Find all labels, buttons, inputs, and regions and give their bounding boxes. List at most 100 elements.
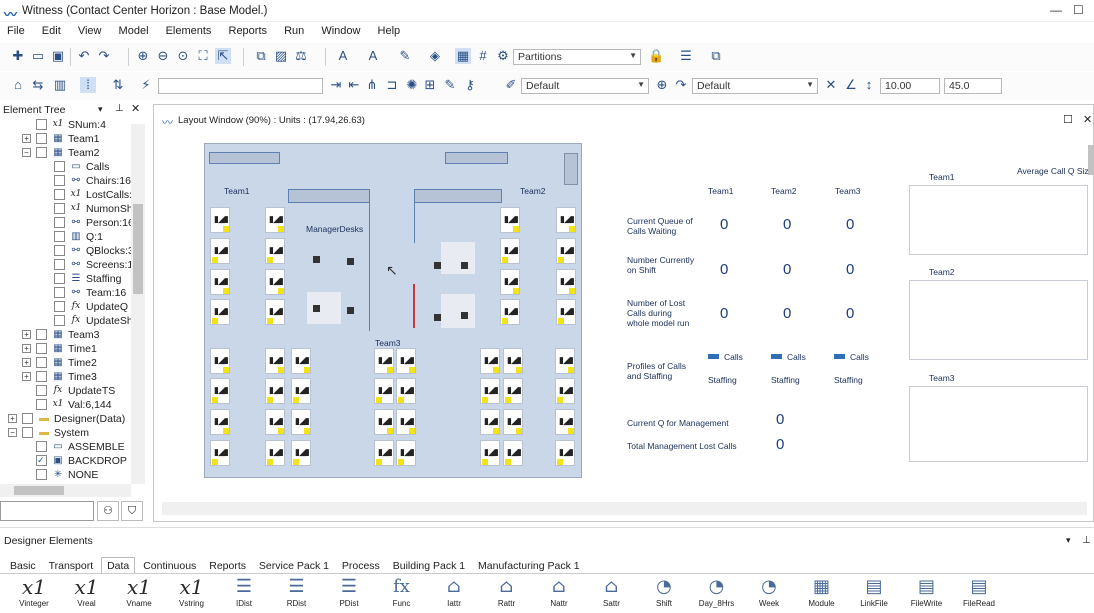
agent-desk[interactable]: ▮◢▮ [555,348,575,374]
agent-desk[interactable]: ▮◢▮ [374,409,394,435]
agent-desk[interactable]: ▮◢▮ [210,299,230,325]
designer-item-vinteger[interactable]: x1 Vinteger [12,575,56,613]
agent-desk[interactable]: ▮◢▮ [374,378,394,404]
designer-menu-icon[interactable]: ▾ [1066,535,1071,546]
agent-desk[interactable]: ▮◢▮ [265,378,285,404]
lock-icon[interactable]: 🔒 [648,48,664,64]
agent-desk[interactable]: ▮◢▮ [480,378,500,404]
tab-building-pack-1[interactable]: Building Pack 1 [388,558,470,574]
binoculars-icon[interactable]: ⚇ [97,501,119,521]
tree-expand-icon[interactable]: + [22,358,31,367]
agent-desk[interactable]: ▮◢▮ [500,269,520,295]
tree-checkbox[interactable] [54,301,65,312]
agent-desk[interactable]: ▮◢▮ [374,440,394,466]
tree-checkbox[interactable] [54,231,65,242]
tree-checkbox[interactable] [36,371,47,382]
tree-item[interactable]: ▥ Q:1 [0,230,146,244]
tree-item[interactable]: ⚯ Team:16 [0,286,146,300]
link-icon[interactable]: ⧉ [708,48,724,64]
agent-desk[interactable]: ▮◢▮ [503,409,523,435]
arrow-out-icon[interactable]: ⇤ [346,77,362,93]
menu-file[interactable]: File [0,22,32,37]
agent-desk[interactable]: ▮◢▮ [210,238,230,264]
agent-desk[interactable]: ▮◢▮ [210,207,230,233]
tab-continuous[interactable]: Continuous [138,558,201,574]
arrow-in-icon[interactable]: ⇥ [328,77,344,93]
agent-desk[interactable]: ▮◢▮ [500,299,520,325]
designer-item-sattr[interactable]: ⌂ Sattr [590,575,634,613]
tree-search-input[interactable] [0,501,94,521]
tree-item[interactable]: ⚯ Person:16 [0,216,146,230]
tree-item[interactable]: − ▬ System [0,426,146,440]
group-icon[interactable]: ⧉ [253,48,269,64]
designer-item-day-8hrs[interactable]: ◔ Day_8Hrs [695,575,739,613]
layout-maximize-button[interactable]: ☐ [1063,113,1073,126]
elements-icon[interactable]: ⁞ [80,77,96,93]
designer-item-filewrite[interactable]: ▤ FileWrite [905,575,949,613]
agent-desk[interactable]: ▮◢▮ [555,409,575,435]
tree-item[interactable]: + ▦ Time1 [0,342,146,356]
key-icon[interactable]: ⚷ [462,77,478,93]
fill-color-icon[interactable]: ◈ [427,48,443,64]
partitions-select[interactable]: Partitions ▼ [513,49,641,65]
tree-checkbox[interactable] [36,357,47,368]
grid-lines-icon[interactable]: # [475,48,491,64]
layout-vertical-scrollbar[interactable] [1088,145,1094,175]
tree-checkbox[interactable] [22,413,33,424]
tree-item[interactable]: ✓ ▣ BACKDROP [0,454,146,468]
tree-checkbox[interactable] [54,217,65,228]
designer-item-nattr[interactable]: ⌂ Nattr [537,575,581,613]
filter-icon[interactable]: ⛉ [121,501,143,521]
tree-checkbox[interactable] [54,161,65,172]
agent-desk[interactable]: ▮◢▮ [265,409,285,435]
agent-desk[interactable]: ▮◢▮ [503,440,523,466]
designer-item-vstring[interactable]: x1 Vstring [170,575,214,613]
default-select-1[interactable]: Default ▼ [521,78,649,94]
agent-desk[interactable]: ▮◢▮ [480,409,500,435]
tree-item[interactable]: + ▦ Time2 [0,356,146,370]
minimize-button[interactable]: — [1050,3,1062,17]
agent-desk[interactable]: ▮◢▮ [291,409,311,435]
tree-item[interactable]: fx UpdateQ [0,300,146,314]
agent-desk[interactable]: ▮◢▮ [210,378,230,404]
tree-expand-icon[interactable]: + [8,414,17,423]
delete-path-icon[interactable]: ✕ [823,77,839,93]
tree-expand-icon[interactable]: + [22,344,31,353]
designer-item-vname[interactable]: x1 Vname [117,575,161,613]
zoom-fit-icon[interactable]: ⊙ [175,48,191,64]
agent-desk[interactable]: ▮◢▮ [265,299,285,325]
designer-item-linkfile[interactable]: ▤ LinkFile [852,575,896,613]
designer-item-vreal[interactable]: x1 Vreal [65,575,109,613]
default-select-2[interactable]: Default ▼ [692,78,818,94]
agent-desk[interactable]: ▮◢▮ [503,348,523,374]
menu-help[interactable]: Help [371,22,408,37]
layout-horizontal-scrollbar[interactable] [162,502,1087,515]
agent-desk[interactable]: ▮◢▮ [374,348,394,374]
save-icon[interactable]: ▣ [50,48,66,64]
menu-model[interactable]: Model [112,22,156,37]
zoom-out-icon[interactable]: ⊖ [155,48,171,64]
agent-desk[interactable]: ▮◢▮ [291,348,311,374]
route-icon[interactable]: ⇆ [30,77,46,93]
image-icon[interactable]: ▨ [273,48,289,64]
agent-desk[interactable]: ▮◢▮ [503,378,523,404]
tab-process[interactable]: Process [337,558,385,574]
tree-horizontal-scrollbar[interactable] [0,484,131,497]
menu-elements[interactable]: Elements [159,22,219,37]
tree-vertical-scrollbar[interactable] [131,124,145,484]
agent-desk[interactable]: ▮◢▮ [500,207,520,233]
tab-service-pack-1[interactable]: Service Pack 1 [254,558,334,574]
door-icon[interactable]: ⊐ [384,77,400,93]
tree-checkbox[interactable] [54,245,65,256]
agent-desk[interactable]: ▮◢▮ [210,269,230,295]
agent-desk[interactable]: ▮◢▮ [396,409,416,435]
agent-desk[interactable]: ▮◢▮ [480,348,500,374]
agent-desk[interactable]: ▮◢▮ [265,348,285,374]
tree-checkbox[interactable] [36,329,47,340]
tree-item[interactable]: ▭ Calls [0,160,146,174]
graph-team2[interactable] [909,280,1088,360]
designer-item-iattr[interactable]: ⌂ Iattr [432,575,476,613]
graph-team3[interactable] [909,386,1088,462]
agent-desk[interactable]: ▮◢▮ [396,348,416,374]
designer-item-pdist[interactable]: ☰ PDist [327,575,371,613]
